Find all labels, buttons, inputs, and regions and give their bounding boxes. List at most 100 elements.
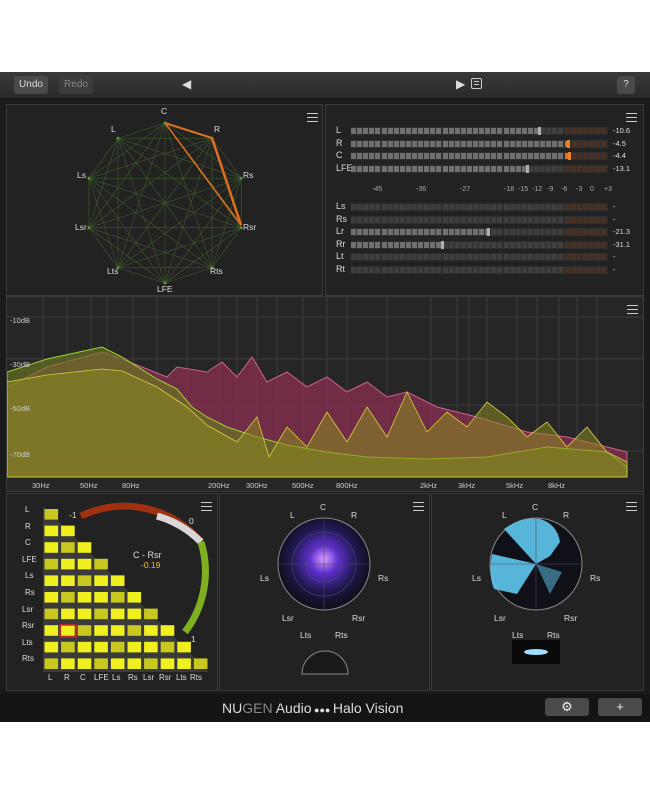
matrix-cell[interactable]	[44, 658, 59, 669]
matrix-cell[interactable]	[94, 641, 108, 653]
matrix-cell[interactable]	[61, 658, 75, 669]
matrix-cell[interactable]	[44, 625, 59, 636]
matrix-cell[interactable]	[77, 542, 92, 553]
meter-segment	[454, 254, 460, 261]
matrix-cell[interactable]	[160, 625, 175, 636]
matrix-cell[interactable]	[61, 608, 75, 620]
meter-segment	[491, 204, 497, 210]
freq-label: 2kHz	[420, 481, 438, 490]
matrix-cell[interactable]	[61, 641, 75, 653]
matrix-cell[interactable]	[44, 592, 59, 603]
matrix-cell[interactable]	[177, 658, 191, 669]
right-label-lts: Lts	[512, 630, 524, 640]
undo-button[interactable]: Undo	[14, 76, 48, 94]
gauge-max-label: 1	[191, 634, 196, 644]
matrix-cell[interactable]	[144, 658, 158, 669]
meter-segment	[448, 204, 454, 210]
matrix-cell[interactable]	[44, 525, 59, 537]
next-preset-icon[interactable]: ▶	[456, 77, 465, 91]
meter-segment	[363, 128, 369, 134]
meter-segment	[521, 204, 527, 210]
matrix-cell[interactable]	[127, 641, 142, 653]
matrix-cell[interactable]	[110, 641, 125, 653]
matrix-cell[interactable]	[127, 625, 142, 636]
meter-segment	[387, 241, 393, 248]
matrix-cell[interactable]	[77, 575, 92, 586]
matrix-cell[interactable]	[44, 542, 59, 553]
matrix-cell[interactable]	[94, 575, 108, 586]
meter-segment	[588, 165, 594, 172]
matrix-cell[interactable]	[61, 558, 75, 570]
matrix-cell[interactable]	[61, 542, 75, 553]
settings-button[interactable]: ⚙	[545, 698, 589, 716]
matrix-cell[interactable]	[127, 658, 142, 669]
meter-segment	[454, 128, 460, 134]
matrix-cell[interactable]	[61, 625, 75, 636]
meter-segment	[357, 204, 363, 210]
meter-segment	[540, 165, 546, 172]
matrix-cell[interactable]	[94, 592, 108, 603]
meter-segment	[418, 165, 424, 172]
matrix-cell[interactable]	[160, 658, 175, 669]
meter-segment	[491, 153, 497, 159]
matrix-cell[interactable]	[61, 592, 75, 603]
matrix-cell[interactable]	[94, 558, 108, 570]
matrix-cell[interactable]	[77, 625, 92, 636]
halo-link-line	[164, 267, 213, 284]
matrix-cell[interactable]	[94, 625, 108, 636]
matrix-cell[interactable]	[127, 608, 142, 620]
matrix-cell[interactable]	[61, 525, 75, 537]
matrix-cell[interactable]	[127, 592, 142, 603]
previous-preset-icon[interactable]: ◀	[182, 77, 191, 91]
meter-segment	[552, 229, 558, 236]
meter-bar	[351, 127, 608, 135]
matrix-cell[interactable]	[44, 558, 59, 570]
matrix-cell[interactable]	[61, 575, 75, 586]
matrix-cell[interactable]	[110, 608, 125, 620]
matrix-cell[interactable]	[77, 558, 92, 570]
matrix-cell[interactable]	[110, 625, 125, 636]
meter-segment	[601, 140, 607, 147]
matrix-cell[interactable]	[77, 658, 92, 669]
meter-segment	[595, 153, 600, 159]
matrix-cell[interactable]	[193, 658, 208, 669]
meter-segment	[369, 204, 375, 210]
matrix-cell[interactable]	[110, 658, 125, 669]
meter-segment	[503, 216, 509, 223]
right-label-rts: Rts	[547, 630, 560, 640]
help-button[interactable]: ?	[617, 76, 635, 94]
matrix-cell[interactable]	[144, 608, 158, 620]
matrix-cell[interactable]	[110, 575, 125, 586]
matrix-cell[interactable]	[77, 641, 92, 653]
matrix-cell[interactable]	[110, 592, 125, 603]
meter-bar	[351, 139, 608, 148]
add-panel-button[interactable]: +	[598, 698, 642, 716]
meter-segment	[436, 128, 442, 134]
matrix-cell[interactable]	[44, 641, 59, 653]
meter-segment	[582, 229, 588, 236]
matrix-cell[interactable]	[77, 608, 92, 620]
meter-segment	[588, 204, 594, 210]
meter-segment	[424, 153, 430, 159]
meter-segment	[363, 254, 369, 261]
matrix-cell[interactable]	[44, 509, 59, 520]
meter-segment	[509, 204, 515, 210]
matrix-cell[interactable]	[44, 608, 59, 620]
matrix-cell[interactable]	[77, 592, 92, 603]
matrix-cell[interactable]	[177, 641, 191, 653]
matrix-cell[interactable]	[44, 575, 59, 586]
redo-button[interactable]: Redo	[59, 76, 93, 94]
meter-segment	[375, 254, 381, 261]
preset-list-icon[interactable]	[471, 78, 482, 89]
matrix-cell[interactable]	[144, 641, 158, 653]
halo-label-rts: Rts	[210, 266, 223, 276]
matrix-cell[interactable]	[94, 608, 108, 620]
scale-tick-label: -6	[561, 186, 568, 193]
meter-segment	[552, 128, 558, 134]
panel-menu-icon[interactable]	[626, 113, 637, 122]
meter-segment	[473, 128, 478, 134]
matrix-cell[interactable]	[144, 625, 158, 636]
meter-segment	[399, 216, 405, 223]
matrix-cell[interactable]	[94, 658, 108, 669]
matrix-cell[interactable]	[160, 641, 175, 653]
